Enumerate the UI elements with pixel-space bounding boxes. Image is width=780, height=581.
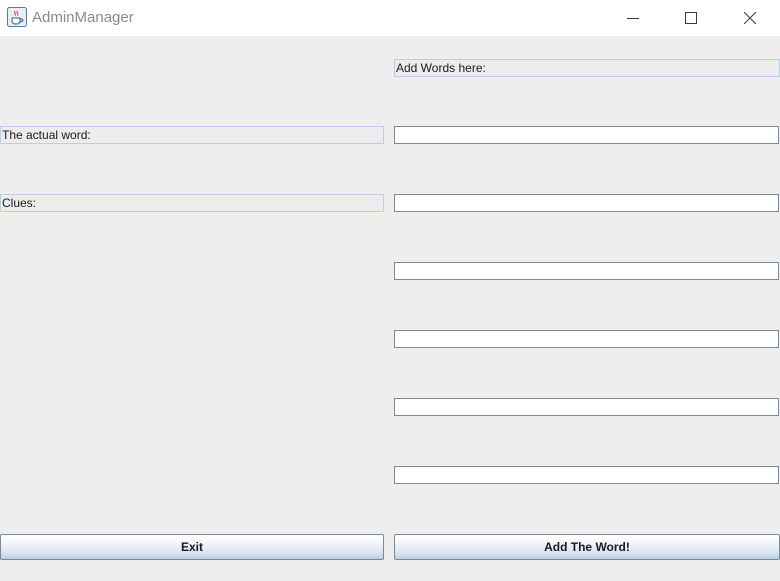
exit-button[interactable]: Exit [0,534,384,560]
minimize-button[interactable] [604,0,662,36]
maximize-icon [685,12,697,24]
close-icon [744,12,756,24]
close-button[interactable] [721,0,779,36]
clue-input-1[interactable] [394,194,779,212]
window-title: AdminManager [32,9,134,26]
clues-label: Clues: [0,194,384,212]
actual-word-label: The actual word: [0,126,384,144]
title-bar[interactable]: AdminManager [0,0,780,36]
java-coffee-cup-icon [7,7,27,27]
add-word-button[interactable]: Add The Word! [394,534,780,560]
add-words-header-label: Add Words here: [394,59,780,77]
clue-input-5[interactable] [394,466,779,484]
clue-input-4[interactable] [394,398,779,416]
clue-input-3[interactable] [394,330,779,348]
clue-input-2[interactable] [394,262,779,280]
admin-manager-window: AdminManager Add Words here: The actual … [0,0,780,581]
actual-word-input[interactable] [394,126,779,144]
minimize-icon [627,12,639,24]
maximize-button[interactable] [662,0,720,36]
